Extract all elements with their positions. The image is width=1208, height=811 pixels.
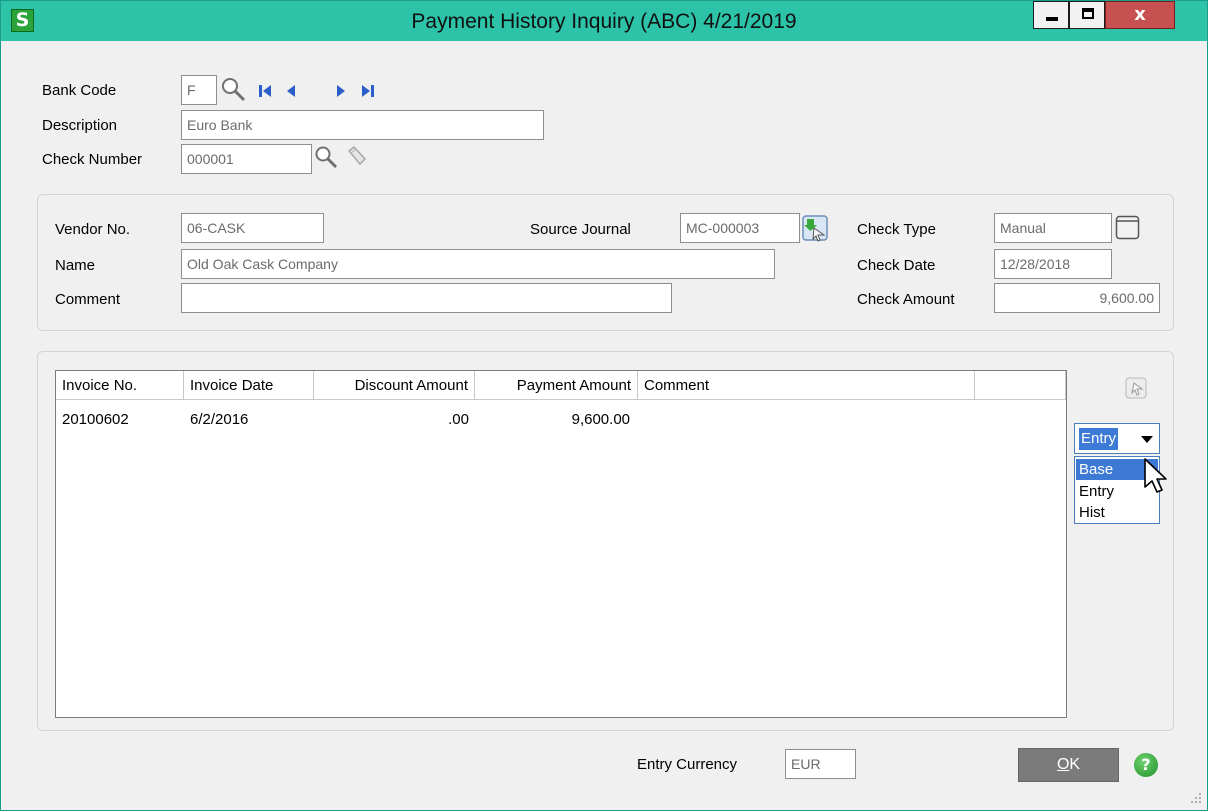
- bank-code-field[interactable]: F: [181, 75, 217, 105]
- title-bar: S Payment History Inquiry (ABC) 4/21/201…: [1, 1, 1207, 41]
- description-field[interactable]: Euro Bank: [181, 110, 544, 140]
- grid-header: Invoice No. Invoice Date Discount Amount…: [56, 371, 1066, 401]
- check-type-window-icon[interactable]: [1115, 215, 1141, 241]
- last-record-icon[interactable]: [361, 84, 375, 98]
- comment-field[interactable]: [181, 283, 672, 313]
- help-icon[interactable]: ?: [1134, 753, 1158, 777]
- maximize-button[interactable]: [1069, 1, 1105, 29]
- line-details-icon[interactable]: [1125, 377, 1147, 399]
- check-type-field[interactable]: Manual: [994, 213, 1112, 243]
- minimize-icon: [1046, 17, 1058, 21]
- option-hist[interactable]: Hist: [1076, 502, 1158, 523]
- bank-code-lookup-icon[interactable]: [219, 75, 247, 103]
- cell-invoice-date: 6/2/2016: [190, 411, 249, 428]
- name-label: Name: [55, 257, 96, 274]
- cell-discount-amount: .00: [448, 411, 469, 428]
- maximize-icon: [1082, 8, 1094, 19]
- source-journal-drill-icon[interactable]: [802, 215, 830, 243]
- minimize-button[interactable]: [1033, 1, 1069, 29]
- column-header-invoice-no[interactable]: Invoice No.: [56, 371, 184, 400]
- chevron-down-icon[interactable]: [1141, 436, 1153, 443]
- window-title: Payment History Inquiry (ABC) 4/21/2019: [411, 10, 797, 33]
- name-field[interactable]: Old Oak Cask Company: [181, 249, 775, 279]
- check-date-field[interactable]: 12/28/2018: [994, 249, 1112, 279]
- comment-label: Comment: [55, 291, 121, 308]
- vendor-no-field[interactable]: 06-CASK: [181, 213, 324, 243]
- column-header-filler: [975, 371, 1066, 400]
- bank-code-label: Bank Code: [42, 82, 117, 99]
- check-amount-field[interactable]: 9,600.00: [994, 283, 1160, 313]
- next-record-icon[interactable]: [334, 84, 348, 98]
- check-number-label: Check Number: [42, 151, 143, 168]
- payment-history-window: S Payment History Inquiry (ABC) 4/21/201…: [0, 0, 1208, 811]
- invoice-grid[interactable]: Invoice No. Invoice Date Discount Amount…: [55, 370, 1067, 718]
- cell-payment-amount: 9,600.00: [571, 411, 630, 428]
- source-journal-label: Source Journal: [530, 221, 631, 238]
- previous-record-icon[interactable]: [284, 84, 298, 98]
- entry-currency-field[interactable]: EUR: [785, 749, 856, 779]
- column-header-discount-amount[interactable]: Discount Amount: [314, 371, 475, 400]
- check-number-lookup-icon[interactable]: [313, 144, 339, 170]
- description-label: Description: [42, 117, 118, 134]
- flashlight-icon[interactable]: [345, 145, 369, 169]
- first-record-icon[interactable]: [258, 84, 272, 98]
- column-header-invoice-date[interactable]: Invoice Date: [184, 371, 314, 400]
- resize-grip-icon[interactable]: [1189, 791, 1203, 805]
- source-journal-field[interactable]: MC-000003: [680, 213, 800, 243]
- check-amount-label: Check Amount: [857, 291, 955, 308]
- column-header-payment-amount[interactable]: Payment Amount: [475, 371, 638, 400]
- ok-button[interactable]: OK: [1018, 748, 1119, 782]
- column-header-comment[interactable]: Comment: [638, 371, 975, 400]
- check-date-label: Check Date: [857, 257, 936, 274]
- currency-mode-select[interactable]: Entry: [1074, 423, 1160, 454]
- ok-label-rest: K: [1069, 756, 1081, 773]
- close-button[interactable]: x: [1105, 1, 1175, 29]
- check-type-label: Check Type: [857, 221, 936, 238]
- cell-invoice-no: 20100602: [62, 411, 129, 428]
- ok-label-mnemonic: O: [1056, 756, 1070, 773]
- entry-currency-label: Entry Currency: [637, 756, 738, 773]
- currency-mode-selected: Entry: [1079, 428, 1119, 450]
- check-number-field[interactable]: 000001: [181, 144, 312, 174]
- vendor-no-label: Vendor No.: [55, 221, 131, 238]
- mouse-cursor-icon: [1144, 458, 1167, 493]
